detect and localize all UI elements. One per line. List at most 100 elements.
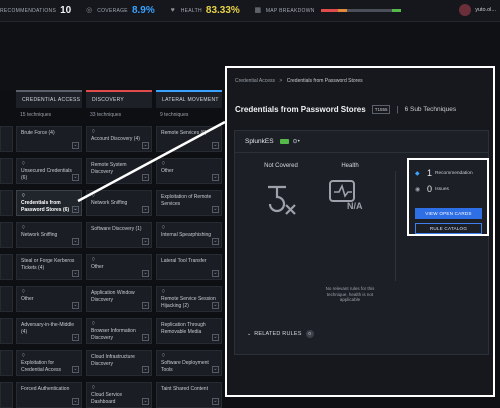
technique-cell[interactable]: Exploitation of Remote Services ⌄	[156, 190, 222, 216]
column-header-discovery[interactable]: DISCOVERY	[86, 90, 152, 108]
chevron-down-icon[interactable]: ⌄	[142, 270, 149, 277]
chevron-down-icon[interactable]: ⌄	[212, 238, 219, 245]
breadcrumb: Credential Access > Credentials from Pas…	[235, 78, 363, 84]
chevron-down-icon[interactable]: ⌄	[142, 334, 149, 341]
chevron-down-icon[interactable]: ⌄	[142, 366, 149, 373]
technique-cell[interactable]: ⌔ Other ⌄	[156, 158, 222, 184]
technique-cell[interactable]: ⌔ Exploitation for Credential Access ⌄	[16, 350, 82, 376]
health-stat[interactable]: ♥ HEALTH 83.33%	[169, 5, 240, 16]
chevron-down-icon[interactable]: ⌄	[72, 142, 79, 149]
technique-cell[interactable]: Cloud Infrastructure Discovery ⌄	[86, 350, 152, 376]
technique-name: Application Window Discovery	[91, 290, 135, 303]
left-column-cell[interactable]	[0, 382, 13, 408]
toggle-icon[interactable]: ⊙•	[293, 138, 300, 145]
column-title: CREDENTIAL ACCESS	[22, 97, 81, 103]
technique-cell[interactable]: ⌔ Account Discovery (4) ⌄	[86, 126, 152, 152]
technique-cell[interactable]: ⌔ Other ⌄	[16, 286, 82, 312]
left-column-cell[interactable]	[0, 254, 13, 280]
technique-name: Steal or Forge Kerberos Tickets (4)	[21, 258, 75, 271]
sub-techniques-count[interactable]: 6 Sub Techniques	[405, 106, 457, 113]
technique-name: Exploitation for Credential Access	[21, 360, 62, 373]
technique-cell[interactable]: Brute Force (4) ⌄	[16, 126, 82, 152]
column-header-credential-access[interactable]: CREDENTIAL ACCESS	[16, 90, 82, 108]
technique-cell[interactable]: Application Window Discovery ⌄	[86, 286, 152, 312]
technique-cell[interactable]: ⌔ Other ⌄	[86, 254, 152, 280]
technique-cell[interactable]: ⌔ Credentials from Password Stores (6) ⌄	[16, 190, 82, 216]
technique-cell[interactable]: Replication Through Removable Media ⌄	[156, 318, 222, 344]
technique-id-badge[interactable]: T1555	[371, 105, 391, 114]
column-header-lateral-movement[interactable]: LATERAL MOVEMENT	[156, 90, 222, 108]
user-menu[interactable]: yuto.ol...	[459, 4, 496, 16]
map-breakdown-bar	[320, 9, 401, 12]
issues-row[interactable]: ◉ 0 Issues	[415, 184, 449, 194]
chevron-down-icon[interactable]: ⌄	[142, 142, 149, 149]
technique-name: Taint Shared Content	[161, 386, 208, 392]
left-column-cell[interactable]	[0, 286, 13, 312]
left-column-cell[interactable]	[0, 190, 13, 216]
chevron-down-icon[interactable]: ⌄	[142, 302, 149, 309]
chevron-down-icon[interactable]: ⌄	[72, 238, 79, 245]
technique-cell[interactable]: Adversary-in-the-Middle (4) ⌄	[16, 318, 82, 344]
chevron-down-icon[interactable]: ⌄	[212, 366, 219, 373]
chevron-down-icon[interactable]: ⌄	[212, 270, 219, 277]
breadcrumb-root[interactable]: Credential Access	[235, 78, 275, 84]
column-title: DISCOVERY	[92, 97, 125, 103]
chevron-down-icon[interactable]: ⌄	[212, 302, 219, 309]
technique-cell[interactable]: Taint Shared Content ⌄	[156, 382, 222, 408]
technique-cell[interactable]: ⌔ Internal Spearphishing ⌄	[156, 222, 222, 248]
rule-catalog-button[interactable]: RULE CATALOG	[415, 223, 482, 234]
technique-cell[interactable]: Remote Services (6) ⌄	[156, 126, 222, 152]
left-column-cell[interactable]	[0, 318, 13, 344]
recommendations-stat[interactable]: RECOMMENDATIONS 10	[0, 5, 71, 16]
left-column-cell[interactable]	[0, 350, 13, 376]
coverage-stat[interactable]: ◎ COVERAGE 8.9%	[85, 5, 155, 16]
chevron-down-icon[interactable]: ⌄	[72, 334, 79, 341]
integration-header: SplunkES ⊙•	[235, 131, 488, 153]
related-rules-toggle[interactable]: ⌄ RELATED RULES 0	[247, 330, 314, 338]
chevron-down-icon[interactable]: ⌄	[72, 366, 79, 373]
technique-cell[interactable]: ⌔ Remote Service Session Hijacking (2) ⌄	[156, 286, 222, 312]
technique-cell[interactable]: Lateral Tool Transfer ⌄	[156, 254, 222, 280]
chevron-down-icon[interactable]: ⌄	[72, 270, 79, 277]
technique-cell[interactable]: ⌔ Cloud Service Dashboard ⌄	[86, 382, 152, 408]
chevron-down-icon[interactable]: ⌄	[142, 174, 149, 181]
signal-icon: ⌔	[21, 161, 26, 167]
signal-icon: ⌔	[91, 129, 96, 135]
page-title: Credentials from Password Stores	[235, 105, 366, 114]
left-column-cell[interactable]	[0, 158, 13, 184]
technique-cell[interactable]: Forced Authentication ⌄	[16, 382, 82, 408]
technique-cell[interactable]: ⌔ Network Sniffing ⌄	[16, 222, 82, 248]
attack-matrix: CREDENTIAL ACCESS DISCOVERY LATERAL MOVE…	[0, 90, 225, 408]
signal-icon: ⌔	[21, 225, 26, 231]
chevron-down-icon[interactable]: ⌄	[72, 206, 79, 213]
left-column-cell[interactable]	[0, 126, 13, 152]
view-open-cards-button[interactable]: VIEW OPEN CARDS	[415, 208, 482, 219]
chevron-down-icon: ⌄	[247, 331, 252, 337]
health-value: 83.33%	[205, 5, 240, 16]
chevron-down-icon[interactable]: ⌄	[72, 302, 79, 309]
technique-cell[interactable]: Remote System Discovery ⌄	[86, 158, 152, 184]
chevron-down-icon[interactable]: ⌄	[212, 206, 219, 213]
technique-cell[interactable]: ⌔ Network Sniffing ⌄	[86, 190, 152, 216]
technique-cell[interactable]: ⌔ Software Deployment Tools ⌄	[156, 350, 222, 376]
technique-cell[interactable]: Software Discovery (1) ⌄	[86, 222, 152, 248]
chevron-down-icon[interactable]: ⌄	[142, 238, 149, 245]
chevron-down-icon[interactable]: ⌄	[212, 334, 219, 341]
technique-cell[interactable]: Steal or Forge Kerberos Tickets (4) ⌄	[16, 254, 82, 280]
technique-cell[interactable]: ⌔ Unsecured Credentials (6) ⌄	[16, 158, 82, 184]
technique-cell[interactable]: ⌔ Browser Information Discovery ⌄	[86, 318, 152, 344]
recommendation-label: Recommendation	[435, 170, 473, 176]
recommendations-label: RECOMMENDATIONS	[0, 7, 57, 14]
map-breakdown-label: MAP BREAKDOWN	[265, 7, 315, 14]
chevron-down-icon[interactable]: ⌄	[212, 142, 219, 149]
left-column-cell[interactable]	[0, 222, 13, 248]
title-divider: |	[396, 105, 399, 114]
chevron-down-icon[interactable]: ⌄	[142, 206, 149, 213]
chevron-down-icon[interactable]: ⌄	[212, 174, 219, 181]
recommendation-row[interactable]: ◆ 1 Recommendation	[415, 168, 473, 178]
coverage-label: COVERAGE	[97, 7, 128, 14]
map-breakdown-stat[interactable]: ▦ MAP BREAKDOWN	[254, 7, 401, 15]
user-name: yuto.ol...	[475, 7, 496, 13]
chevron-down-icon[interactable]: ⌄	[72, 174, 79, 181]
not-covered-label: Not Covered	[264, 163, 298, 169]
